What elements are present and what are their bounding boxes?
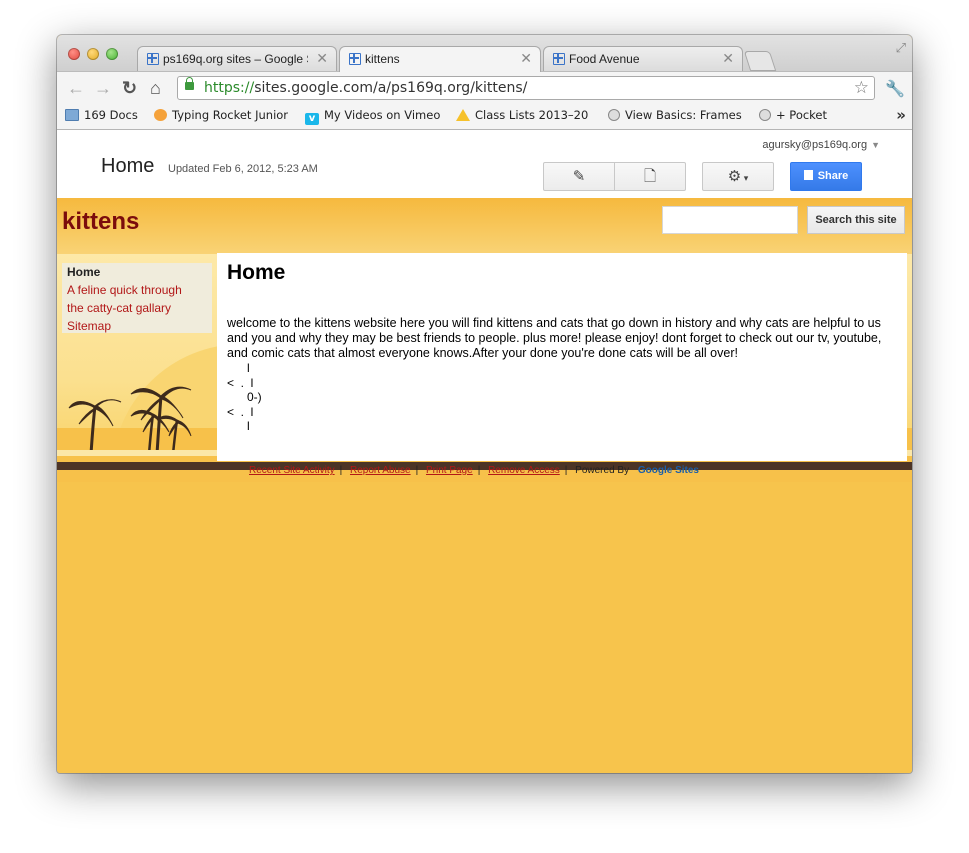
close-tab-icon[interactable]: ✕ — [316, 50, 328, 67]
site-footer: Recent Site Activity | Report Abuse | Prin… — [249, 465, 699, 476]
ascii-art: l < . l 0-) < . l l — [227, 361, 262, 433]
site-name[interactable]: kittens — [62, 208, 139, 236]
updated-timestamp: Updated Feb 6, 2012, 5:23 AM — [168, 163, 318, 175]
bookmark-star-icon[interactable]: ☆ — [854, 78, 869, 98]
sidebar-item-catty-cat-gallary[interactable]: the catty-cat gallary — [67, 301, 171, 315]
sidebar-item-sitemap[interactable]: Sitemap — [67, 319, 111, 333]
close-window-button[interactable] — [68, 48, 80, 60]
google-sites-favicon-icon — [553, 53, 565, 65]
sidebar-item-feline-quick-through[interactable]: A feline quick through — [67, 283, 182, 297]
more-actions-button[interactable]: ⚙ ▾ — [702, 162, 774, 191]
tab-kittens[interactable]: kittens ✕ — [339, 46, 541, 72]
bookmark-view-basics[interactable]: View Basics: Frames — [608, 108, 742, 122]
site-header: kittens Search this site — [57, 198, 912, 254]
tab-strip: ps169q.org sites – Google Si ✕ kittens ✕… — [57, 35, 912, 72]
more-bookmarks-chevron-icon[interactable]: » — [896, 106, 906, 124]
search-site-button[interactable]: Search this site — [807, 206, 905, 234]
folder-icon — [65, 109, 79, 121]
print-page-link[interactable]: Print Page — [426, 465, 473, 476]
tab-title: Food Avenue — [569, 52, 640, 66]
caret-down-icon: ▾ — [741, 173, 749, 183]
home-icon[interactable]: ⌂ — [150, 79, 161, 97]
bookmark-vimeo[interactable]: v My Videos on Vimeo — [305, 108, 440, 125]
bookmark-class-lists[interactable]: Class Lists 2013–20 — [456, 108, 588, 122]
content-body: welcome to the kittens website here you … — [227, 316, 882, 360]
report-abuse-link[interactable]: Report Abuse — [350, 465, 411, 476]
globe-icon — [608, 109, 620, 121]
lock-icon — [185, 77, 194, 90]
url-text: https://sites.google.com/a/ps169q.org/ki… — [204, 80, 528, 96]
tab-title: kittens — [365, 52, 400, 66]
new-tab-button[interactable] — [743, 51, 777, 71]
share-button[interactable]: Share — [790, 162, 862, 191]
new-page-button[interactable]: 🗋 — [614, 162, 686, 191]
back-arrow-icon[interactable]: ← — [67, 79, 85, 97]
tab-food-avenue[interactable]: Food Avenue ✕ — [543, 46, 743, 71]
account-menu[interactable]: agursky@ps169q.org ▼ — [762, 139, 880, 151]
main-content: Home welcome to the kittens website here… — [217, 253, 907, 461]
remove-access-link[interactable]: Remove Access — [488, 465, 560, 476]
bookmark-169-docs[interactable]: 169 Docs — [65, 108, 138, 122]
site-search-input[interactable] — [662, 206, 798, 234]
site-navigation: Home A feline quick through the catty-ca… — [62, 263, 212, 333]
zoom-window-button[interactable] — [106, 48, 118, 60]
bookmarks-bar: 169 Docs Typing Rocket Junior v My Videos… — [57, 105, 912, 130]
globe-icon — [759, 109, 771, 121]
fullscreen-icon[interactable]: ⤢ — [896, 40, 906, 56]
page-title: Home — [101, 155, 155, 177]
close-tab-icon[interactable]: ✕ — [722, 50, 734, 67]
google-sites-header: agursky@ps169q.org ▼ Home Updated Feb 6, … — [57, 130, 912, 198]
page-content: agursky@ps169q.org ▼ Home Updated Feb 6, … — [57, 130, 912, 773]
close-tab-icon[interactable]: ✕ — [520, 50, 532, 67]
minimize-window-button[interactable] — [87, 48, 99, 60]
caret-down-icon: ▼ — [871, 140, 880, 150]
building-icon — [803, 170, 813, 180]
palm-trees-icon — [68, 386, 192, 454]
browser-toolbar: ← → ↻ ⌂ https://sites.google.com/a/ps169… — [57, 71, 912, 106]
pencil-icon: ✎ — [572, 168, 586, 185]
bookmark-typing-rocket[interactable]: Typing Rocket Junior — [154, 108, 288, 122]
new-page-icon: 🗋 — [643, 168, 657, 185]
vimeo-icon: v — [305, 113, 319, 125]
edit-page-button[interactable]: ✎ — [543, 162, 615, 191]
drive-icon — [456, 109, 470, 121]
sidebar-item-home[interactable]: Home — [67, 265, 100, 279]
rocket-icon — [154, 109, 167, 121]
google-sites-favicon-icon — [349, 53, 361, 65]
browser-window: ps169q.org sites – Google Si ✕ kittens ✕… — [57, 35, 912, 773]
tab-title: ps169q.org sites – Google Si — [163, 52, 308, 66]
content-title: Home — [227, 261, 286, 284]
wrench-icon[interactable]: 🔧 — [885, 79, 905, 99]
recent-site-activity-link[interactable]: Recent Site Activity — [249, 465, 335, 476]
bookmark-pocket[interactable]: + Pocket — [759, 108, 827, 122]
forward-arrow-icon[interactable]: → — [94, 79, 112, 97]
tab-ps169q-sites[interactable]: ps169q.org sites – Google Si ✕ — [137, 46, 337, 71]
address-bar[interactable]: https://sites.google.com/a/ps169q.org/ki… — [177, 76, 875, 100]
google-sites-favicon-icon — [147, 53, 159, 65]
google-sites-link[interactable]: Google Sites — [638, 465, 699, 476]
gear-icon: ⚙ — [727, 168, 742, 185]
powered-by-label: Powered By — [575, 465, 630, 476]
reload-icon[interactable]: ↻ — [122, 79, 137, 97]
